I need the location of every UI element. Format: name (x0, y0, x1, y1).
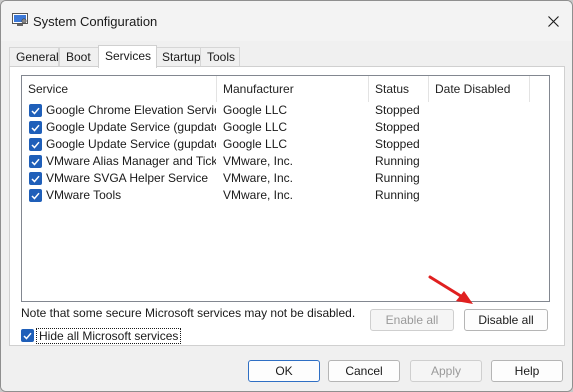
system-configuration-window: System Configuration General Boot Servic… (0, 0, 573, 392)
service-status: Running (375, 171, 420, 185)
service-row[interactable]: VMware SVGA Helper Service VMware, Inc. … (22, 170, 549, 187)
checkmark-icon (31, 158, 40, 166)
service-checkbox[interactable] (29, 104, 42, 117)
service-date-disabled (435, 136, 525, 153)
column-header-service[interactable]: Service (22, 76, 217, 102)
service-manufacturer: Google LLC (223, 103, 288, 117)
close-icon (547, 15, 559, 27)
red-arrow-icon (428, 275, 473, 304)
checkmark-icon (31, 141, 40, 149)
tab-boot[interactable]: Boot (59, 47, 99, 67)
list-header: Service Manufacturer Status Date Disable… (22, 76, 549, 102)
service-name: VMware Alias Manager and Ticke... (46, 154, 216, 168)
service-status: Stopped (375, 120, 420, 134)
hide-microsoft-services-label[interactable]: Hide all Microsoft services (36, 328, 182, 344)
service-manufacturer: VMware, Inc. (223, 171, 294, 185)
tab-general[interactable]: General (9, 47, 59, 67)
checkmark-icon (31, 107, 40, 115)
service-row[interactable]: Google Update Service (gupdatem) Google … (22, 136, 549, 153)
service-name: VMware SVGA Helper Service (46, 171, 209, 185)
checkmark-icon (31, 192, 40, 200)
service-row[interactable]: VMware Alias Manager and Ticke... VMware… (22, 153, 549, 170)
tab-startup[interactable]: Startup (155, 47, 201, 67)
service-date-disabled (435, 187, 525, 204)
service-date-disabled (435, 153, 525, 170)
service-date-disabled (435, 170, 525, 187)
service-name: Google Chrome Elevation Servic... (46, 103, 216, 117)
secure-services-note: Note that some secure Microsoft services… (21, 306, 356, 320)
column-header-manufacturer[interactable]: Manufacturer (217, 76, 369, 102)
checkmark-icon (31, 175, 40, 183)
service-row[interactable]: VMware Tools VMware, Inc. Running (22, 187, 549, 204)
help-button[interactable]: Help (491, 360, 563, 382)
checkmark-icon (23, 332, 32, 340)
service-checkbox[interactable] (29, 155, 42, 168)
ok-button[interactable]: OK (248, 360, 320, 382)
close-button[interactable] (537, 8, 569, 34)
service-manufacturer: VMware, Inc. (223, 154, 294, 168)
service-manufacturer: VMware, Inc. (223, 188, 294, 202)
system-config-icon (12, 13, 28, 27)
cancel-button[interactable]: Cancel (328, 360, 400, 382)
title-bar: System Configuration (1, 1, 572, 41)
column-header-status[interactable]: Status (369, 76, 429, 102)
window-title: System Configuration (33, 14, 158, 29)
tab-services[interactable]: Services (98, 45, 157, 68)
services-panel: Service Manufacturer Status Date Disable… (9, 66, 565, 346)
service-status: Stopped (375, 103, 420, 117)
service-date-disabled (435, 119, 525, 136)
hide-microsoft-services-checkbox[interactable] (21, 329, 34, 342)
column-header-date-disabled[interactable]: Date Disabled (429, 76, 530, 102)
tab-tools[interactable]: Tools (200, 47, 240, 67)
service-date-disabled (435, 102, 525, 119)
checkmark-icon (31, 124, 40, 132)
service-checkbox[interactable] (29, 138, 42, 151)
enable-all-button[interactable]: Enable all (370, 309, 454, 331)
disable-all-button[interactable]: Disable all (464, 309, 548, 331)
service-row[interactable]: Google Chrome Elevation Servic... Google… (22, 102, 549, 119)
service-status: Running (375, 154, 420, 168)
service-manufacturer: Google LLC (223, 120, 288, 134)
services-list[interactable]: Service Manufacturer Status Date Disable… (21, 75, 550, 302)
service-name: Google Update Service (gupdate) (46, 120, 216, 134)
apply-button[interactable]: Apply (410, 360, 482, 382)
service-status: Running (375, 188, 420, 202)
service-status: Stopped (375, 137, 420, 151)
service-checkbox[interactable] (29, 121, 42, 134)
dialog-footer: OK Cancel Apply Help (1, 349, 572, 391)
service-name: VMware Tools (46, 188, 122, 202)
service-checkbox[interactable] (29, 172, 42, 185)
service-row[interactable]: Google Update Service (gupdate) Google L… (22, 119, 549, 136)
service-name: Google Update Service (gupdatem) (46, 137, 216, 151)
service-manufacturer: Google LLC (223, 137, 288, 151)
service-checkbox[interactable] (29, 189, 42, 202)
